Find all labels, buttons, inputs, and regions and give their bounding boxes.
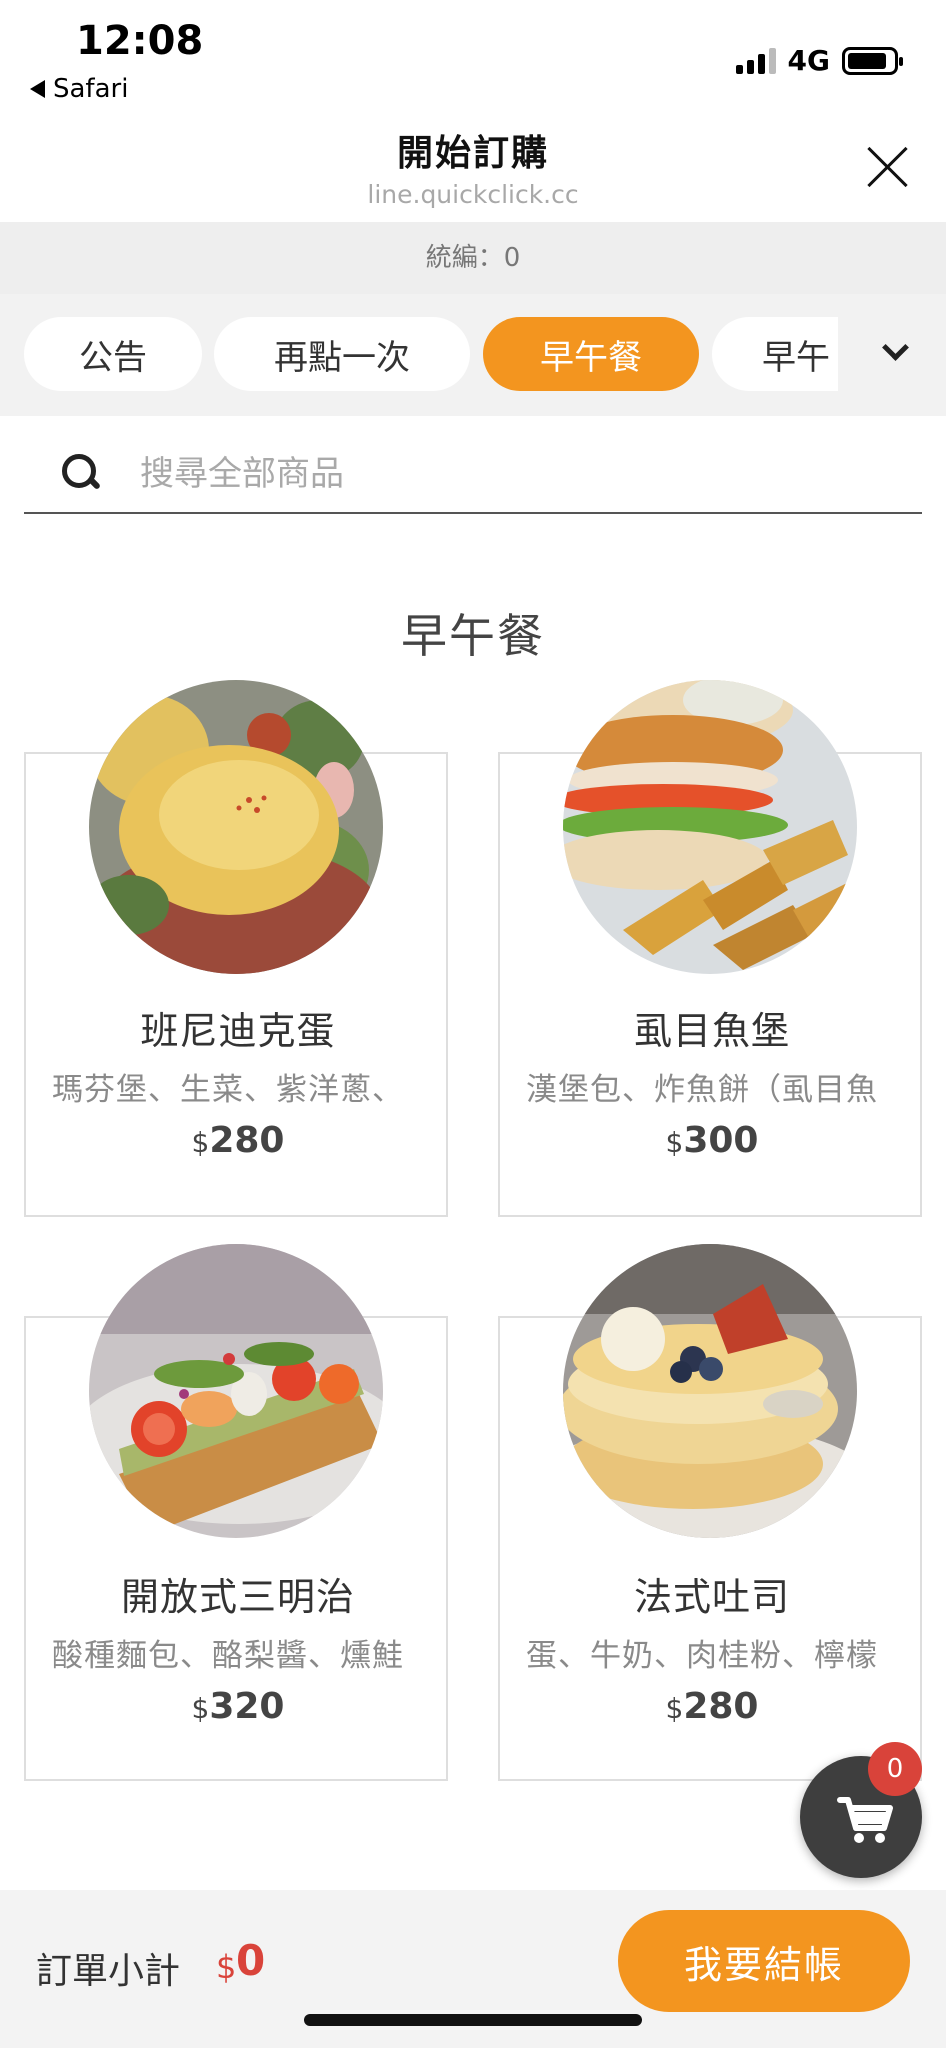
cart-count-badge: 0 bbox=[868, 1742, 922, 1796]
product-name: 開放式三明治 bbox=[120, 1575, 355, 1619]
page-title: 開始訂購 bbox=[396, 133, 549, 174]
category-tabs: 公告 再點一次 早午餐 早午 bbox=[0, 294, 946, 416]
product-desc: 酸種麵包、酪梨醬、燻鮭 bbox=[52, 1638, 404, 1674]
tab-brunch[interactable]: 早午餐 bbox=[483, 317, 699, 391]
product-price: $280 bbox=[665, 1686, 759, 1727]
product-desc: 瑪芬堡、生菜、紫洋蔥、 bbox=[52, 1072, 404, 1108]
subtotal-currency: $ bbox=[216, 1948, 237, 1986]
fish-burger-image[interactable] bbox=[563, 680, 857, 974]
status-time: 12:08 bbox=[76, 18, 204, 64]
product-price: $280 bbox=[191, 1120, 285, 1161]
section-title: 早午餐 bbox=[401, 609, 545, 663]
open-sandwich-image[interactable] bbox=[89, 1244, 383, 1538]
back-to-safari[interactable]: Safari bbox=[30, 74, 128, 104]
product-desc: 漢堡包、炸魚餅（虱目魚 bbox=[526, 1072, 878, 1108]
product-price: $320 bbox=[191, 1686, 285, 1727]
french-toast-image[interactable] bbox=[563, 1244, 857, 1538]
page-header: 開始訂購 line.quickclick.cc bbox=[0, 110, 946, 222]
search-input[interactable] bbox=[140, 444, 900, 504]
chevron-down-icon[interactable] bbox=[882, 340, 908, 366]
search-bar bbox=[24, 436, 922, 514]
network-label: 4G bbox=[787, 44, 830, 77]
product-price: $300 bbox=[665, 1120, 759, 1161]
product-name: 班尼迪克蛋 bbox=[140, 1009, 336, 1053]
subtotal-label: 訂單小計 bbox=[36, 1951, 181, 1992]
tax-id-bar: 統編：0 bbox=[0, 222, 946, 294]
tabs-scroll[interactable]: 公告 再點一次 早午餐 早午 bbox=[0, 294, 838, 416]
eggs-benedict-image[interactable] bbox=[89, 680, 383, 974]
subtotal-value: 0 bbox=[236, 1936, 266, 1985]
tab-announcement[interactable]: 公告 bbox=[24, 317, 202, 391]
tab-reorder[interactable]: 再點一次 bbox=[214, 317, 470, 391]
battery-icon bbox=[842, 46, 903, 75]
product-name: 法式吐司 bbox=[633, 1575, 790, 1619]
signal-icon bbox=[735, 47, 776, 74]
product-desc: 蛋、牛奶、肉桂粉、檸檬 bbox=[526, 1638, 878, 1674]
home-indicator[interactable] bbox=[304, 2014, 642, 2026]
product-name: 虱目魚堡 bbox=[633, 1009, 790, 1053]
search-icon bbox=[62, 454, 102, 494]
status-indicators: 4G bbox=[735, 44, 903, 77]
page-url: line.quickclick.cc bbox=[367, 180, 579, 209]
back-arrow-icon bbox=[30, 80, 45, 98]
close-icon[interactable] bbox=[864, 144, 910, 190]
back-app-label: Safari bbox=[53, 74, 129, 104]
tab-brunch-2[interactable]: 早午 bbox=[712, 317, 838, 391]
status-bar: 12:08 Safari 4G bbox=[0, 0, 946, 110]
checkout-button[interactable]: 我要結帳 bbox=[618, 1910, 910, 2012]
